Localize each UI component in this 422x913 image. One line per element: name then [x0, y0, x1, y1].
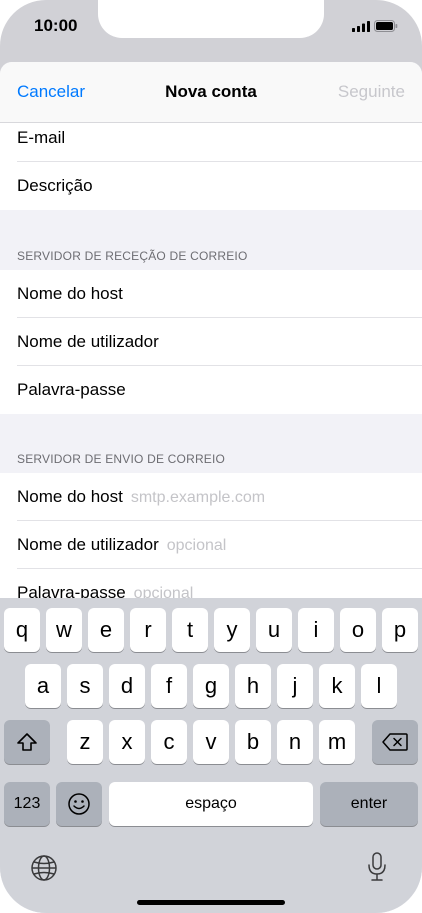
notch — [98, 0, 324, 38]
email-field-label: E-mail — [17, 128, 66, 147]
outgoing-server-header: SERVIDOR DE ENVIO DE CORREIO — [17, 452, 226, 466]
key-k[interactable]: k — [319, 664, 355, 708]
cellular-signal-icon — [352, 21, 370, 32]
key-i[interactable]: i — [298, 608, 334, 652]
key-e[interactable]: e — [88, 608, 124, 652]
incoming-username-field[interactable]: Nome de utilizador — [0, 318, 422, 366]
incoming-password-label: Palavra-passe — [17, 380, 126, 399]
description-field-label: Descrição — [17, 176, 93, 195]
outgoing-username-input[interactable]: opcional — [167, 537, 227, 554]
incoming-username-label: Nome de utilizador — [17, 332, 159, 351]
key-n[interactable]: n — [277, 720, 313, 764]
screen: 10:00 Cancelar Nova conta Seguinte E-mai… — [0, 0, 422, 913]
key-b[interactable]: b — [235, 720, 271, 764]
key-x[interactable]: x — [109, 720, 145, 764]
key-r[interactable]: r — [130, 608, 166, 652]
key-t[interactable]: t — [172, 608, 208, 652]
enter-key[interactable]: enter — [320, 782, 418, 826]
status-time: 10:00 — [34, 16, 78, 35]
key-h[interactable]: h — [235, 664, 271, 708]
battery-icon — [374, 20, 398, 32]
key-o[interactable]: o — [340, 608, 376, 652]
key-d[interactable]: d — [109, 664, 145, 708]
emoji-icon — [68, 793, 90, 815]
key-v[interactable]: v — [193, 720, 229, 764]
incoming-hostname-field[interactable]: Nome do host — [0, 270, 422, 318]
key-z[interactable]: z — [67, 720, 103, 764]
email-field[interactable]: E-mail — [0, 123, 422, 162]
incoming-hostname-label: Nome do host — [17, 284, 123, 303]
microphone-icon[interactable] — [365, 851, 389, 883]
key-g[interactable]: g — [193, 664, 229, 708]
shift-key[interactable] — [4, 720, 50, 764]
key-w[interactable]: w — [46, 608, 82, 652]
emoji-key[interactable] — [56, 782, 102, 826]
backspace-icon — [382, 733, 408, 751]
incoming-server-header: SERVIDOR DE RECEÇÃO DE CORREIO — [17, 249, 248, 263]
outgoing-username-label-text: Nome de utilizador — [17, 535, 159, 554]
on-screen-keyboard: q w e r t y u i o p a s d f g h j k l z … — [0, 598, 422, 913]
key-f[interactable]: f — [151, 664, 187, 708]
outgoing-hostname-input[interactable]: smtp.example.com — [131, 489, 265, 506]
status-bar: 10:00 — [0, 0, 422, 62]
key-q[interactable]: q — [4, 608, 40, 652]
outgoing-hostname-label-text: Nome do host — [17, 487, 123, 506]
key-u[interactable]: u — [256, 608, 292, 652]
key-y[interactable]: y — [214, 608, 250, 652]
key-p[interactable]: p — [382, 608, 418, 652]
navigation-bar: Cancelar Nova conta Seguinte — [0, 62, 422, 123]
numbers-key[interactable]: 123 — [4, 782, 50, 826]
key-m[interactable]: m — [319, 720, 355, 764]
home-indicator[interactable] — [137, 900, 285, 905]
key-l[interactable]: l — [361, 664, 397, 708]
description-field[interactable]: Descrição — [0, 162, 422, 210]
outgoing-username-label: Nome de utilizador opcional — [17, 535, 226, 555]
shift-icon — [17, 733, 37, 751]
key-s[interactable]: s — [67, 664, 103, 708]
key-c[interactable]: c — [151, 720, 187, 764]
outgoing-hostname-label: Nome do host smtp.example.com — [17, 487, 265, 507]
phone-frame: 10:00 Cancelar Nova conta Seguinte E-mai… — [0, 0, 422, 913]
key-a[interactable]: a — [25, 664, 61, 708]
incoming-password-field[interactable]: Palavra-passe — [0, 366, 422, 414]
globe-icon[interactable] — [29, 853, 59, 883]
outgoing-hostname-field[interactable]: Nome do host smtp.example.com — [0, 473, 422, 521]
next-button[interactable]: Seguinte — [338, 82, 405, 102]
space-key[interactable]: espaço — [109, 782, 313, 826]
outgoing-username-field[interactable]: Nome de utilizador opcional — [0, 521, 422, 569]
key-j[interactable]: j — [277, 664, 313, 708]
backspace-key[interactable] — [372, 720, 418, 764]
